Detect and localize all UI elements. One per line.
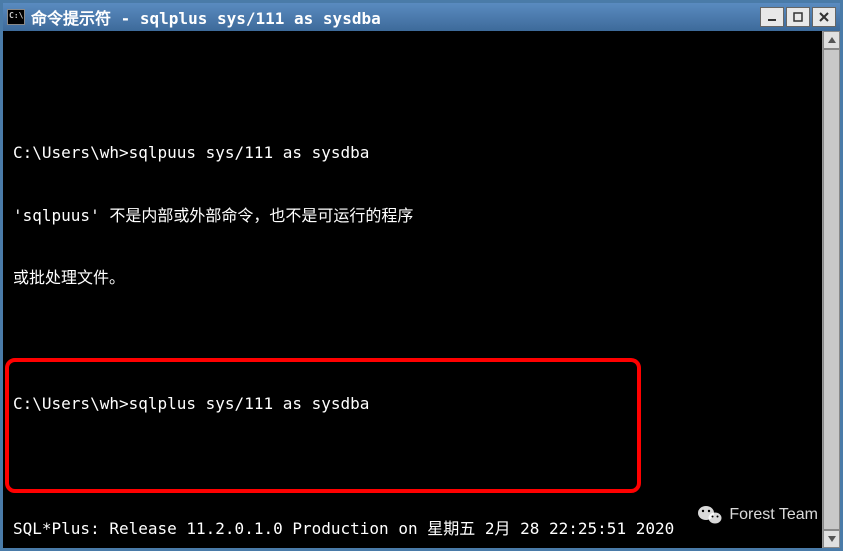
scrollbar-thumb[interactable] — [823, 49, 840, 530]
window-title: 命令提示符 - sqlplus sys/111 as sysdba — [31, 5, 760, 29]
titlebar[interactable]: 命令提示符 - sqlplus sys/111 as sysdba — [3, 3, 840, 31]
watermark: Forest Team — [697, 504, 818, 526]
terminal-line — [13, 456, 830, 477]
scrollbar-track[interactable] — [823, 49, 840, 530]
terminal-line: 或批处理文件。 — [13, 268, 830, 289]
scroll-down-button[interactable] — [823, 530, 840, 548]
terminal-line: C:\Users\wh>sqlplus sys/111 as sysdba — [13, 394, 830, 415]
terminal-line: 'sqlpuus' 不是内部或外部命令，也不是可运行的程序 — [13, 206, 830, 227]
terminal-line — [13, 81, 830, 102]
wechat-icon — [697, 504, 723, 526]
cmd-icon — [7, 9, 25, 25]
vertical-scrollbar[interactable] — [822, 31, 840, 548]
terminal-line — [13, 331, 830, 352]
watermark-text: Forest Team — [729, 506, 818, 524]
terminal-content[interactable]: C:\Users\wh>sqlpuus sys/111 as sysdba 's… — [3, 31, 840, 548]
command-prompt-window: 命令提示符 - sqlplus sys/111 as sysdba C:\Use… — [0, 0, 843, 551]
terminal-line: C:\Users\wh>sqlpuus sys/111 as sysdba — [13, 143, 830, 164]
minimize-button[interactable] — [760, 7, 784, 27]
maximize-button[interactable] — [786, 7, 810, 27]
scroll-up-button[interactable] — [823, 31, 840, 49]
close-button[interactable] — [812, 7, 836, 27]
window-controls — [760, 7, 836, 27]
